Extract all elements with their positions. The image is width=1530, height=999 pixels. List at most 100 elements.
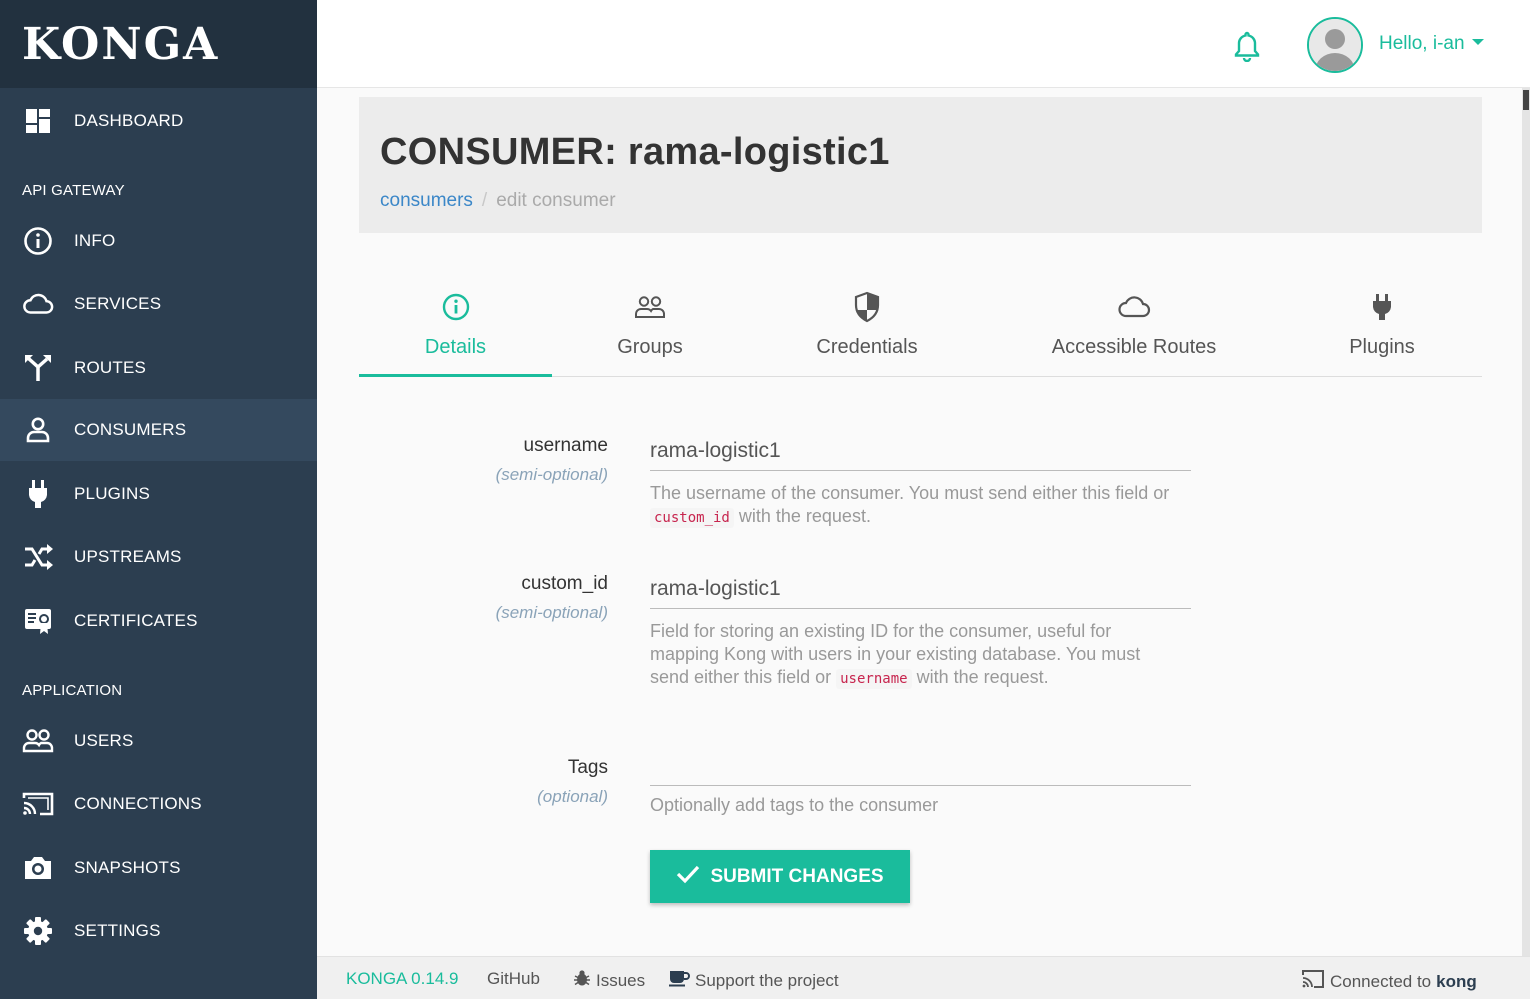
sidebar: KONGA DASHBOARD API GATEWAY INFO SERVICE… — [0, 0, 317, 999]
sidebar-item-label: CERTIFICATES — [74, 611, 198, 630]
plug-icon — [22, 478, 54, 510]
sidebar-item-certificates[interactable]: CERTIFICATES — [0, 590, 317, 652]
caret-down-icon — [1471, 38, 1484, 45]
app-logo[interactable]: KONGA — [22, 19, 219, 70]
sidebar-item-label: SERVICES — [74, 294, 162, 313]
cast-icon — [1301, 969, 1325, 994]
sidebar-item-label: PLUGINS — [74, 484, 151, 503]
submit-label: SUBMIT CHANGES — [710, 865, 884, 887]
footer-issues-link[interactable]: Issues — [573, 969, 645, 992]
shield-icon — [853, 290, 881, 324]
sidebar-item-plugins[interactable]: PLUGINS — [0, 463, 317, 525]
breadcrumb-current: edit consumer — [496, 190, 616, 211]
bell-icon[interactable] — [1233, 30, 1261, 63]
footer: KONGA 0.14.9 GitHub Issues Support the p… — [317, 956, 1530, 999]
sidebar-item-label: SNAPSHOTS — [74, 858, 181, 877]
breadcrumb-consumers-link[interactable]: consumers — [380, 190, 473, 211]
routes-icon — [22, 352, 54, 384]
tags-input[interactable] — [650, 746, 1191, 786]
sidebar-item-upstreams[interactable]: UPSTREAMS — [0, 526, 317, 588]
shuffle-icon — [22, 541, 54, 573]
username-help-text: The username of the consumer. You must s… — [650, 483, 1170, 503]
tags-optional-note: (optional) — [537, 787, 608, 806]
sidebar-item-consumers[interactable]: CONSUMERS — [0, 399, 317, 461]
tab-label: Groups — [617, 336, 683, 358]
sidebar-item-label: USERS — [74, 731, 134, 750]
custom-id-help-text-end: with the request. — [916, 667, 1049, 687]
sidebar-item-info[interactable]: INFO — [0, 210, 317, 272]
page-title: CONSUMER: rama-logistic1 — [380, 131, 890, 173]
certificate-icon — [22, 605, 54, 637]
submit-changes-button[interactable]: SUBMIT CHANGES — [650, 850, 910, 903]
dashboard-icon — [22, 105, 54, 137]
tags-label: Tags — [567, 757, 608, 778]
check-icon — [676, 864, 700, 890]
logo-bar: KONGA — [0, 0, 317, 88]
scrollbar-thumb[interactable] — [1523, 90, 1529, 110]
sidebar-item-users[interactable]: USERS — [0, 710, 317, 772]
sidebar-item-label: DASHBOARD — [74, 111, 184, 130]
sidebar-section-api-gateway: API GATEWAY — [22, 182, 125, 199]
page-header: CONSUMER: rama-logistic1 consumers / edit … — [359, 97, 1482, 233]
avatar[interactable] — [1307, 17, 1363, 73]
footer-support-link[interactable]: Support the project — [668, 969, 839, 992]
connection-status-label: Connected to — [1330, 971, 1432, 991]
user-menu-toggle[interactable]: Hello, i-an — [1379, 33, 1484, 55]
info-icon — [441, 290, 471, 324]
camera-icon — [22, 852, 54, 884]
tab-label: Credentials — [816, 336, 918, 358]
footer-version: KONGA 0.14.9 — [346, 969, 459, 988]
plug-icon — [1371, 290, 1393, 324]
custom-id-help: Field for storing an existing ID for the… — [650, 620, 1180, 691]
sidebar-item-dashboard[interactable]: DASHBOARD — [0, 90, 317, 152]
footer-github-link[interactable]: GitHub — [487, 969, 540, 989]
sidebar-item-services[interactable]: SERVICES — [0, 273, 317, 335]
username-help: The username of the consumer. You must s… — [650, 482, 1180, 530]
sidebar-section-application: APPLICATION — [22, 682, 123, 699]
username-help-text-end: with the request. — [738, 506, 871, 526]
connection-status[interactable]: Connected to kong — [1301, 969, 1477, 994]
tab-plugins[interactable]: Plugins — [1322, 290, 1442, 377]
sidebar-item-label: CONNECTIONS — [74, 794, 202, 813]
custom-id-optional-note: (semi-optional) — [495, 603, 608, 622]
sidebar-item-label: ROUTES — [74, 358, 147, 377]
cloud-icon — [1116, 290, 1152, 324]
username-optional-note: (semi-optional) — [495, 465, 608, 484]
username-code: username — [836, 669, 912, 689]
sidebar-item-settings[interactable]: SETTINGS — [0, 900, 317, 962]
tab-details[interactable]: Details — [359, 290, 552, 377]
scrollbar-track[interactable] — [1522, 88, 1530, 956]
custom-id-code: custom_id — [650, 508, 734, 528]
info-icon — [22, 225, 54, 257]
bug-icon — [573, 969, 591, 992]
sidebar-item-snapshots[interactable]: SNAPSHOTS — [0, 837, 317, 899]
breadcrumb-separator: / — [481, 190, 488, 211]
connection-target: kong — [1436, 971, 1477, 991]
custom-id-input[interactable] — [650, 569, 1191, 609]
cast-icon — [22, 788, 54, 820]
sidebar-item-routes[interactable]: ROUTES — [0, 337, 317, 399]
tab-groups[interactable]: Groups — [570, 290, 730, 377]
tab-label: Plugins — [1349, 336, 1415, 358]
user-icon — [22, 414, 54, 446]
sidebar-item-label: SETTINGS — [74, 921, 161, 940]
sidebar-item-label: UPSTREAMS — [74, 547, 182, 566]
username-input[interactable] — [650, 431, 1191, 471]
tab-credentials[interactable]: Credentials — [787, 290, 947, 377]
user-greeting: Hello, i-an — [1379, 33, 1465, 54]
tags-help: Optionally add tags to the consumer — [650, 795, 939, 815]
sidebar-item-label: INFO — [74, 231, 116, 250]
tab-label: Details — [424, 336, 487, 358]
tab-accessible-routes[interactable]: Accessible Routes — [1034, 290, 1234, 377]
footer-issues-label: Issues — [596, 970, 646, 990]
breadcrumb: consumers / edit consumer — [380, 190, 616, 212]
sidebar-item-label: CONSUMERS — [74, 420, 187, 439]
gear-icon — [22, 915, 54, 947]
tab-label: Accessible Routes — [1051, 336, 1217, 358]
users-icon — [634, 290, 666, 324]
coffee-icon — [668, 969, 690, 992]
top-header: Hello, i-an — [317, 0, 1530, 88]
cloud-icon — [22, 288, 54, 320]
sidebar-item-connections[interactable]: CONNECTIONS — [0, 773, 317, 835]
custom-id-label: custom_id — [521, 573, 608, 594]
